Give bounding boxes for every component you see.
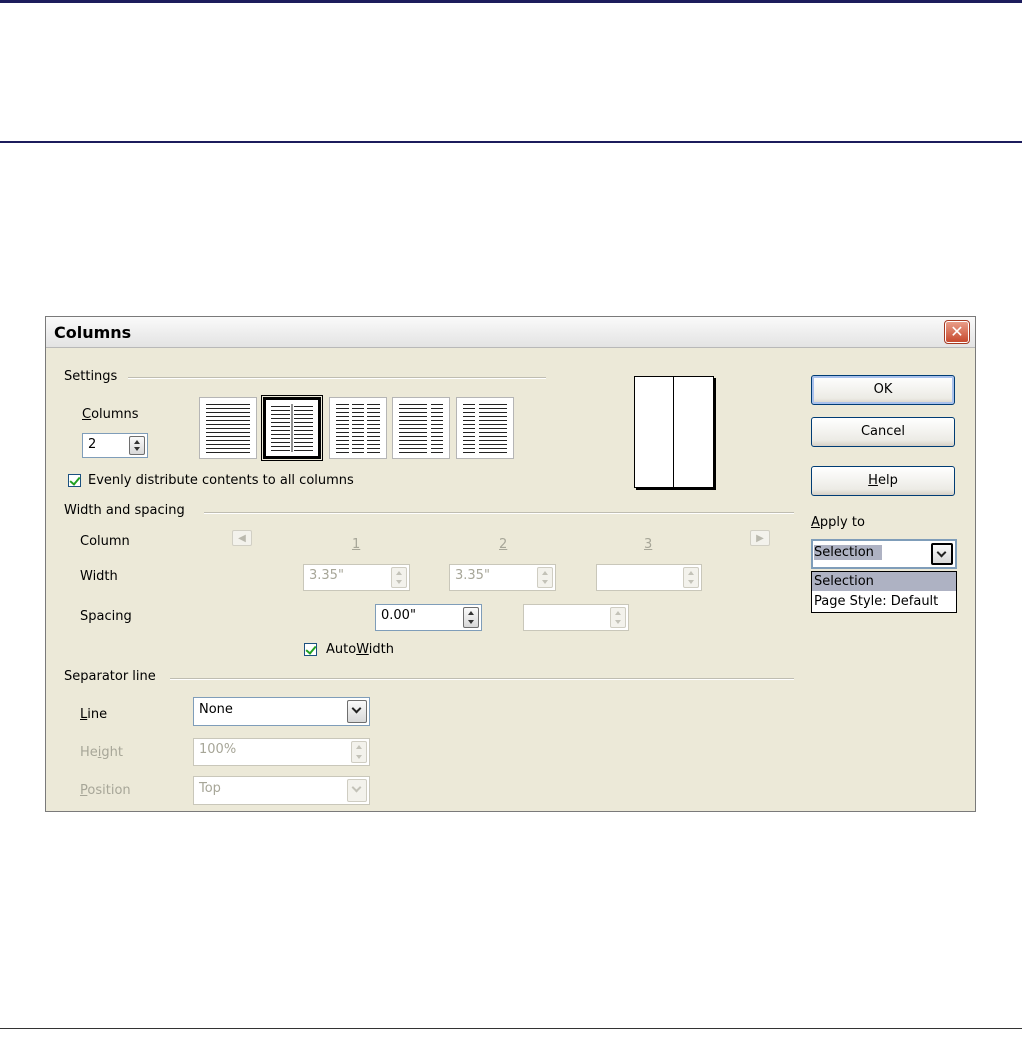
header-rule [0,141,1022,143]
close-button[interactable]: ✕ [944,320,970,344]
column-number-1: 1 [352,537,361,552]
spacing-label: Spacing [80,609,132,624]
scroll-right-arrow-icon[interactable]: ▶ [750,530,770,546]
settings-divider [128,377,546,379]
close-x-icon: ✕ [950,322,964,341]
columns-label: Columns [82,407,139,422]
columns-dialog: Columns ✕ Settings Columns 2 Evenly dist… [45,316,976,812]
position-value: Top [199,781,221,796]
spacing-2-spin-buttons[interactable] [610,607,626,628]
height-value: 100% [199,742,237,757]
autowidth-label: AutoWidth [326,642,394,657]
preview-column-divider [673,377,674,487]
line-value: None [199,702,233,717]
cancel-button[interactable]: Cancel [811,417,955,447]
height-spin-buttons[interactable] [351,741,367,763]
width-spacing-group-label: Width and spacing [64,503,185,518]
page-preview [634,376,714,488]
autowidth-checkbox[interactable] [304,643,317,656]
columns-spinner[interactable]: 2 [82,433,148,458]
column-number-2: 2 [499,537,508,552]
preset-one-column[interactable] [199,397,257,459]
apply-to-label: Apply to [811,515,865,530]
position-label: Position [80,783,131,798]
apply-to-select[interactable]: Selection [811,539,957,569]
spacing-1-spin-buttons[interactable] [463,607,479,628]
column-label: Column [80,534,130,549]
spacing-1-2[interactable]: 0.00" [375,604,482,631]
help-button[interactable]: Help [811,466,955,496]
height-label: Height [80,745,123,760]
width-label: Width [80,569,118,584]
width-column-2[interactable]: 3.35" [449,564,556,591]
position-dropdown-chevron-icon[interactable] [347,779,367,802]
apply-to-value: Selection [814,545,882,560]
width-column-1[interactable]: 3.35" [303,564,410,591]
preset-two-right-wide[interactable] [456,397,514,459]
column-number-3: 3 [644,537,653,552]
line-select[interactable]: None [193,697,370,726]
width-spacing-divider [204,512,794,514]
width-2-spin-buttons[interactable] [537,567,553,588]
ok-button[interactable]: OK [811,375,955,405]
spacing-1-value: 0.00" [381,608,416,623]
dialog-title: Columns [54,323,132,342]
apply-to-option-selection[interactable]: Selection [812,572,956,591]
width-1-value: 3.35" [309,568,344,583]
line-dropdown-chevron-icon[interactable] [347,700,367,723]
position-select[interactable]: Top [193,776,370,805]
separator-divider [170,678,794,680]
evenly-distribute-label: Evenly distribute contents to all column… [88,473,354,488]
width-3-spin-buttons[interactable] [683,567,699,588]
line-label: Line [80,707,108,722]
evenly-distribute-checkbox[interactable] [68,474,81,487]
height-spinner[interactable]: 100% [193,738,370,766]
apply-to-dropdown-chevron-icon[interactable] [931,543,953,565]
apply-to-listbox: Selection Page Style: Default [811,571,957,613]
width-1-spin-buttons[interactable] [391,567,407,588]
width-column-3[interactable] [596,564,702,591]
preset-two-columns[interactable] [261,395,323,461]
preset-two-left-wide[interactable] [392,397,450,459]
scroll-left-arrow-icon[interactable]: ◀ [232,530,252,546]
separator-group-label: Separator line [64,669,156,684]
columns-spin-buttons[interactable] [129,436,145,455]
title-bar: Columns ✕ [46,317,975,348]
settings-group-label: Settings [64,369,118,384]
apply-to-option-page-style[interactable]: Page Style: Default [812,592,956,611]
preset-three-columns[interactable] [329,397,387,459]
width-2-value: 3.35" [455,568,490,583]
top-rule [0,0,1022,3]
footer-rule [0,1028,1022,1029]
columns-value: 2 [88,437,97,452]
spacing-2-3[interactable] [523,604,629,631]
